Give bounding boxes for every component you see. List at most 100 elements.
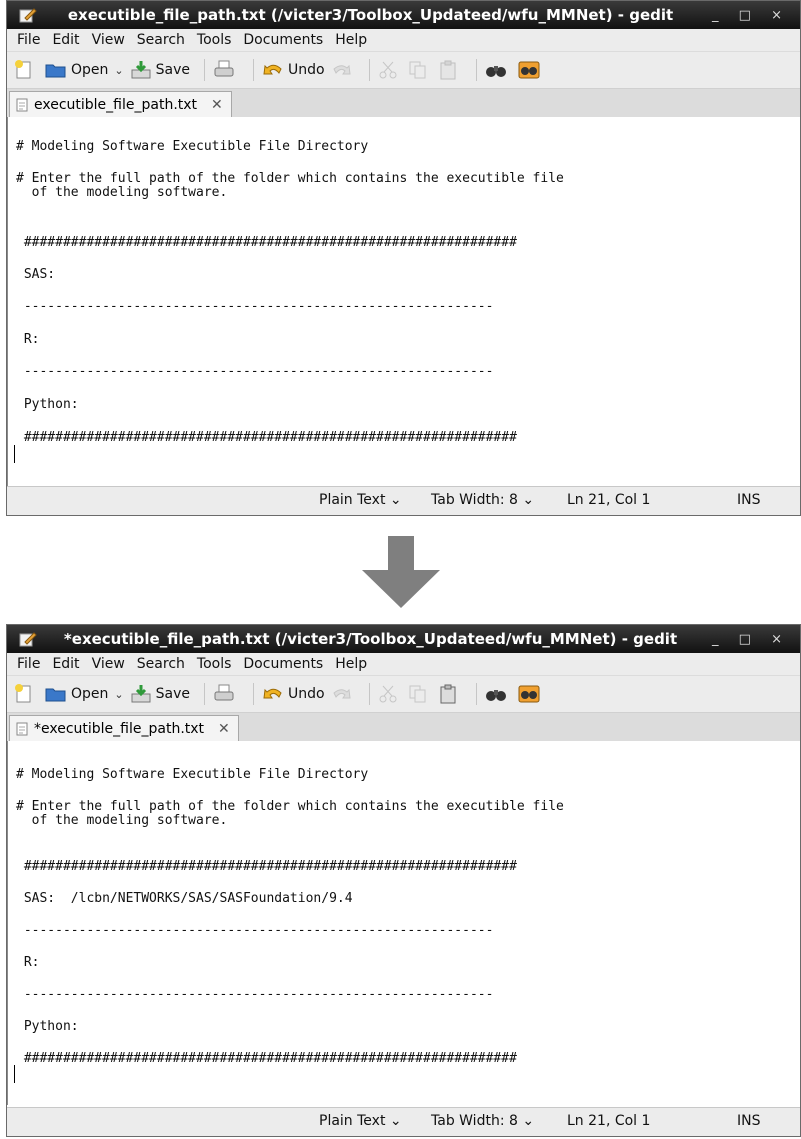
copy-icon	[409, 685, 426, 703]
text-line: ----------------------------------------…	[16, 987, 494, 1002]
menu-help[interactable]: Help	[335, 32, 367, 48]
menu-file[interactable]: File	[17, 656, 40, 672]
cursor-position: Ln 21, Col 1	[567, 492, 651, 508]
replace-button[interactable]	[517, 684, 545, 704]
find-button[interactable]	[485, 685, 511, 703]
document-tab-bar: executible_file_path.txt ✕	[7, 89, 800, 118]
text-editor[interactable]: # Modeling Software Executible File Dire…	[7, 117, 800, 487]
new-document-button[interactable]	[13, 683, 39, 705]
close-icon[interactable]: ✕	[218, 721, 230, 737]
printer-icon	[214, 60, 234, 77]
menu-edit[interactable]: Edit	[52, 656, 79, 672]
redo-button[interactable]	[331, 61, 355, 79]
text-line: ########################################…	[16, 235, 517, 250]
save-icon	[131, 61, 151, 79]
tab-label: *executible_file_path.txt	[34, 720, 205, 737]
binoculars-icon	[485, 66, 506, 77]
new-document-icon	[15, 60, 31, 79]
gedit-window-after: *executible_file_path.txt (/victer3/Tool…	[6, 624, 801, 1137]
undo-label: Undo	[288, 686, 325, 702]
close-icon[interactable]: ✕	[211, 97, 223, 113]
scissors-icon	[379, 61, 397, 79]
undo-button[interactable]: Undo	[262, 684, 325, 704]
cut-button[interactable]	[378, 684, 402, 704]
redo-icon	[332, 688, 351, 699]
menu-view[interactable]: View	[92, 32, 125, 48]
open-label: Open	[71, 686, 109, 702]
window-controls[interactable]: _ □ ×	[712, 632, 790, 647]
open-label: Open	[71, 62, 109, 78]
clipboard-icon	[440, 684, 456, 704]
print-button[interactable]	[213, 684, 239, 704]
menu-search[interactable]: Search	[137, 656, 185, 672]
menu-documents[interactable]: Documents	[243, 656, 323, 672]
print-button[interactable]	[213, 60, 239, 80]
text-line: # Modeling Software Executible File Dire…	[16, 139, 369, 154]
menu-tools[interactable]: Tools	[197, 656, 232, 672]
tab-label: executible_file_path.txt	[34, 96, 198, 113]
undo-label: Undo	[288, 62, 325, 78]
cut-button[interactable]	[378, 60, 402, 80]
redo-button[interactable]	[331, 685, 355, 703]
status-bar: Plain Text ⌄ Tab Width: 8 ⌄ Ln 21, Col 1…	[7, 486, 800, 515]
menu-bar: File Edit View Search Tools Documents He…	[7, 653, 800, 676]
copy-icon	[409, 61, 426, 79]
save-icon	[131, 685, 151, 703]
menu-help[interactable]: Help	[335, 656, 367, 672]
insert-mode: INS	[737, 492, 761, 508]
paste-button[interactable]	[438, 60, 462, 80]
open-button[interactable]: Open ⌄	[45, 685, 124, 703]
text-cursor	[14, 445, 15, 463]
menu-tools[interactable]: Tools	[197, 32, 232, 48]
tab-width-selector[interactable]: Tab Width: 8 ⌄	[431, 492, 534, 508]
text-line: # Enter the full path of the folder whic…	[16, 171, 564, 186]
menu-search[interactable]: Search	[137, 32, 185, 48]
folder-icon	[45, 688, 66, 702]
text-line: Python:	[16, 1019, 79, 1034]
gedit-window-before: executible_file_path.txt (/victer3/Toolb…	[6, 0, 801, 516]
find-replace-icon	[518, 61, 540, 79]
open-button[interactable]: Open ⌄	[45, 61, 124, 79]
chevron-down-icon[interactable]: ⌄	[114, 688, 123, 701]
new-document-button[interactable]	[13, 59, 39, 81]
text-line: of the modeling software.	[16, 813, 228, 828]
menu-view[interactable]: View	[92, 656, 125, 672]
undo-icon	[263, 688, 282, 699]
toolbar-separator	[204, 59, 205, 81]
text-line: ########################################…	[16, 1051, 517, 1066]
paste-button[interactable]	[438, 684, 462, 704]
language-selector[interactable]: Plain Text ⌄	[319, 492, 402, 508]
text-line: ----------------------------------------…	[16, 364, 494, 379]
gedit-app-icon	[17, 6, 39, 24]
menu-bar: File Edit View Search Tools Documents He…	[7, 29, 800, 52]
copy-button[interactable]	[408, 60, 432, 80]
chevron-down-icon[interactable]: ⌄	[114, 64, 123, 77]
save-button[interactable]: Save	[130, 60, 190, 80]
text-line: SAS: /lcbn/NETWORKS/SAS/SASFoundation/9.…	[16, 891, 353, 906]
text-line: # Modeling Software Executible File Dire…	[16, 767, 369, 782]
clipboard-icon	[440, 60, 456, 80]
text-editor[interactable]: # Modeling Software Executible File Dire…	[7, 741, 800, 1105]
text-line: R:	[16, 955, 40, 970]
text-line: ########################################…	[16, 859, 517, 874]
title-bar: executible_file_path.txt (/victer3/Toolb…	[7, 1, 800, 29]
new-document-icon	[15, 684, 31, 703]
cursor-position: Ln 21, Col 1	[567, 1113, 651, 1129]
menu-file[interactable]: File	[17, 32, 40, 48]
binoculars-icon	[485, 690, 506, 701]
toolbar-separator	[368, 683, 370, 705]
undo-button[interactable]: Undo	[262, 60, 325, 80]
text-line: of the modeling software.	[16, 185, 228, 200]
document-tab[interactable]: executible_file_path.txt ✕	[9, 91, 232, 117]
save-button[interactable]: Save	[130, 684, 190, 704]
menu-documents[interactable]: Documents	[243, 32, 323, 48]
document-tab[interactable]: *executible_file_path.txt ✕	[9, 715, 239, 741]
window-controls[interactable]: _ □ ×	[712, 8, 790, 23]
replace-button[interactable]	[517, 60, 545, 80]
language-selector[interactable]: Plain Text ⌄	[319, 1113, 402, 1129]
find-replace-icon	[518, 685, 540, 703]
copy-button[interactable]	[408, 684, 432, 704]
find-button[interactable]	[485, 61, 511, 79]
menu-edit[interactable]: Edit	[52, 32, 79, 48]
tab-width-selector[interactable]: Tab Width: 8 ⌄	[431, 1113, 534, 1129]
